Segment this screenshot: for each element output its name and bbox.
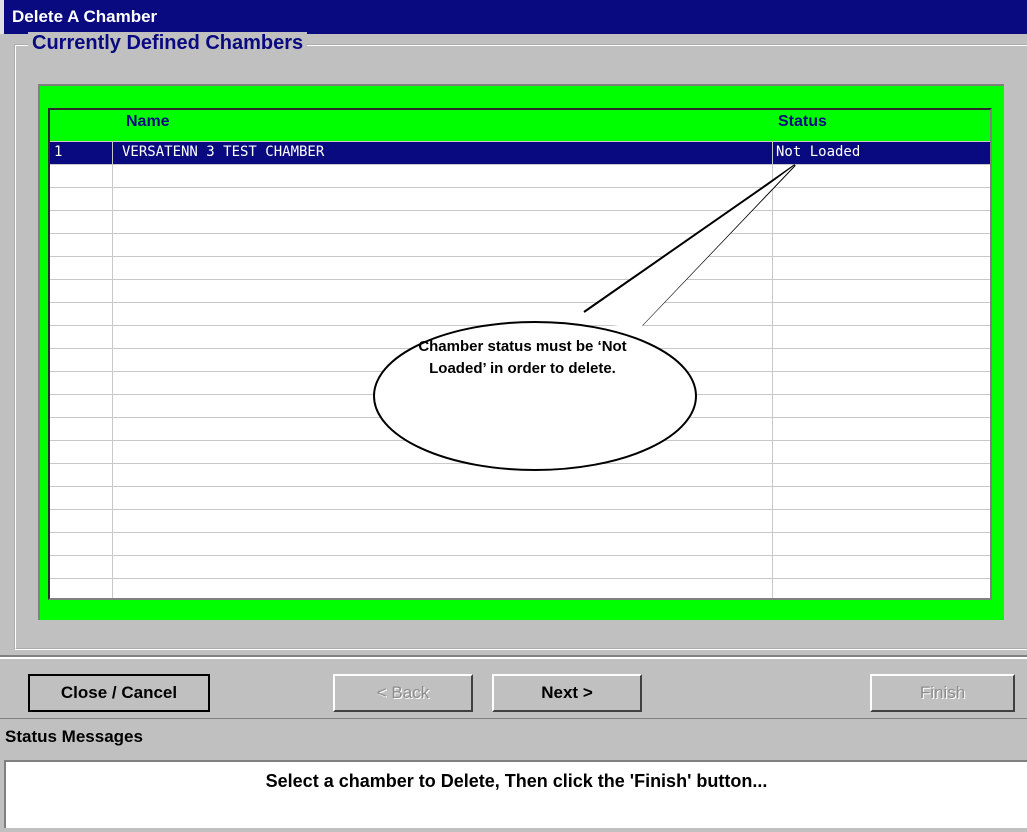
table-row[interactable] bbox=[50, 233, 990, 256]
column-header-status[interactable]: Status bbox=[778, 113, 827, 131]
table-row[interactable]: 1 VERSATENN 3 TEST CHAMBER Not Loaded bbox=[50, 141, 990, 164]
grid-header: Name Status bbox=[50, 110, 990, 141]
back-button[interactable]: < Back bbox=[333, 674, 473, 712]
callout-text: Chamber status must be ‘Not Loaded’ in o… bbox=[418, 338, 627, 377]
table-row[interactable] bbox=[50, 555, 990, 578]
row-name: VERSATENN 3 TEST CHAMBER bbox=[122, 144, 325, 160]
window-title: Delete A Chamber bbox=[0, 0, 1027, 34]
table-row[interactable] bbox=[50, 302, 990, 325]
column-divider bbox=[112, 141, 113, 598]
table-row[interactable] bbox=[50, 463, 990, 486]
table-row[interactable] bbox=[50, 164, 990, 187]
next-button[interactable]: Next > bbox=[492, 674, 642, 712]
delete-chamber-window: Delete A Chamber Currently Defined Chamb… bbox=[0, 0, 1027, 832]
column-divider bbox=[772, 141, 773, 598]
status-message: Select a chamber to Delete, Then click t… bbox=[4, 760, 1027, 828]
table-row[interactable] bbox=[50, 417, 990, 440]
row-status: Not Loaded bbox=[776, 144, 861, 160]
table-row[interactable] bbox=[50, 256, 990, 279]
close-cancel-button[interactable]: Close / Cancel bbox=[28, 674, 210, 712]
table-row[interactable] bbox=[50, 210, 990, 233]
finish-button[interactable]: Finish bbox=[870, 674, 1015, 712]
separator bbox=[0, 655, 1027, 659]
table-row[interactable] bbox=[50, 578, 990, 598]
table-row[interactable] bbox=[50, 279, 990, 302]
row-index: 1 bbox=[54, 144, 63, 160]
column-header-name[interactable]: Name bbox=[126, 113, 170, 131]
table-row[interactable] bbox=[50, 187, 990, 210]
table-row[interactable] bbox=[50, 509, 990, 532]
table-row[interactable] bbox=[50, 440, 990, 463]
table-row[interactable] bbox=[50, 394, 990, 417]
table-row[interactable] bbox=[50, 532, 990, 555]
status-messages-label: Status Messages bbox=[0, 718, 1027, 756]
chambers-group-label: Currently Defined Chambers bbox=[28, 32, 308, 55]
table-row[interactable] bbox=[50, 486, 990, 509]
